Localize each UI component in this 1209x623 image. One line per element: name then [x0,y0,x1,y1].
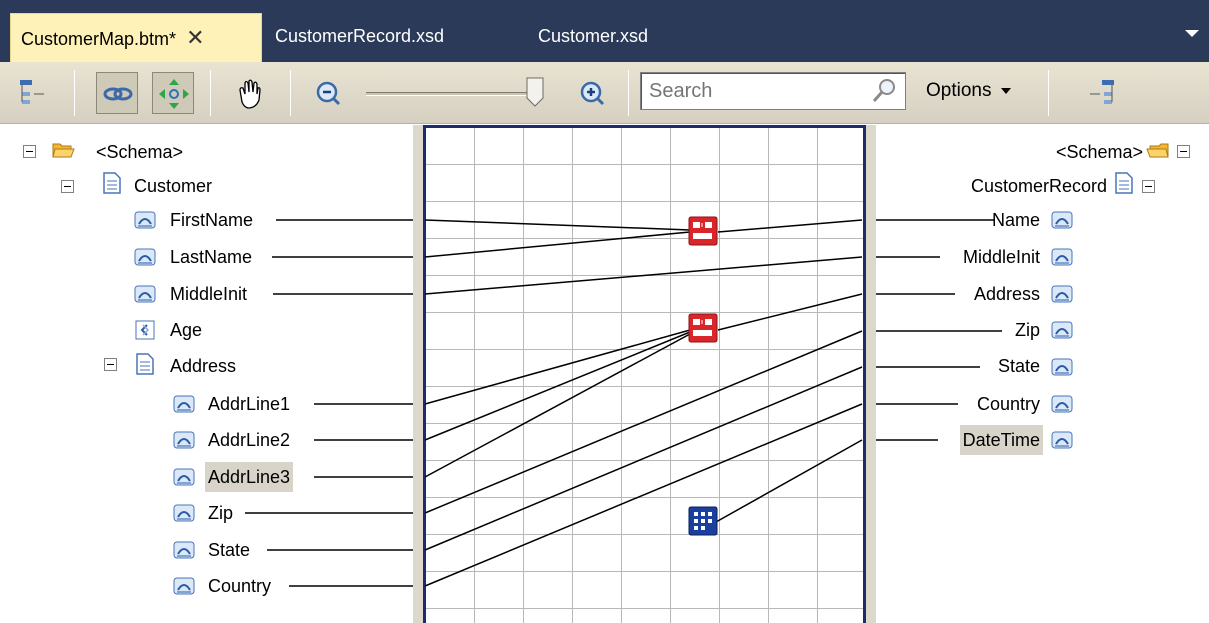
source-field-lastname[interactable]: LastName [167,242,255,272]
field-element-icon [1050,245,1074,269]
destination-tree-icon [1090,80,1114,104]
source-field-addrline2[interactable]: AddrLine2 [205,425,293,455]
destination-field-datetime[interactable]: DateTime [959,425,1043,455]
source-field-age[interactable]: Age [167,315,205,345]
folder-icon [1146,138,1170,162]
source-schema-root[interactable]: <Schema> [93,137,186,167]
tab-dropdown-icon[interactable] [1185,30,1199,37]
destination-field-zip[interactable]: Zip [1012,315,1043,345]
collapse-toggle[interactable] [1177,145,1190,158]
zoom-slider[interactable] [366,77,544,110]
link-icon [103,87,133,101]
destination-field-country[interactable]: Country [974,389,1043,419]
search-icon[interactable] [869,76,899,111]
source-field-firstname[interactable]: FirstName [167,205,256,235]
string-concatenate-icon [688,216,718,246]
document-tab-strip: CustomerMap.btm* ✕ CustomerRecord.xsd Cus… [0,0,1209,62]
tab-label: CustomerRecord.xsd [275,26,445,46]
tab-label: CustomerMap.btm* [21,29,177,49]
field-element-icon [133,282,157,306]
field-element-icon [172,501,196,525]
field-element-icon [172,574,196,598]
date-time-functoid-icon [688,506,718,536]
destination-field-middleinit[interactable]: MiddleInit [960,242,1043,272]
auto-scroll-button[interactable] [152,72,194,114]
hand-icon [239,79,261,109]
field-element-icon [172,428,196,452]
field-element-icon [172,538,196,562]
tab-label: Customer.xsd [538,26,649,46]
folder-icon [51,138,75,162]
attribute-icon [133,318,157,342]
collapse-toggle[interactable] [104,358,117,371]
zoom-out-button[interactable] [308,72,350,114]
collapse-toggle[interactable] [61,180,74,193]
destination-field-address[interactable]: Address [971,279,1043,309]
source-field-country[interactable]: Country [205,571,274,601]
tab-customer-xsd[interactable]: Customer.xsd [528,13,648,62]
source-record-address[interactable]: Address [167,351,239,381]
field-element-icon [172,392,196,416]
mapper-toolbar: Options [0,62,1209,124]
zoom-out-icon [316,81,341,106]
zoom-in-icon [580,81,605,106]
record-icon [1112,171,1136,195]
zoom-in-button[interactable] [572,72,614,114]
source-field-state[interactable]: State [205,535,253,565]
chevron-down-icon [1001,87,1012,94]
string-concatenate-icon [688,313,718,343]
options-label: Options [926,80,992,101]
pan-button[interactable] [228,72,270,114]
source-tree-icon [20,80,44,104]
field-element-icon [1050,355,1074,379]
destination-field-state[interactable]: State [995,351,1043,381]
field-element-icon [1050,208,1074,232]
collapse-toggle[interactable] [1142,180,1155,193]
search-box[interactable] [640,72,906,110]
expand-destination-tree-button[interactable] [1080,72,1122,114]
source-record-customer[interactable]: Customer [131,171,215,201]
expand-source-tree-button[interactable] [12,72,54,114]
string-concatenate-functoid[interactable] [688,313,718,343]
options-button[interactable]: Options [926,80,1012,102]
source-field-zip[interactable]: Zip [205,498,236,528]
search-input[interactable] [641,73,861,109]
relink-button[interactable] [96,72,138,114]
zoom-slider-thumb[interactable] [526,77,544,107]
close-tab-icon[interactable]: ✕ [186,14,204,61]
collapse-toggle[interactable] [23,145,36,158]
record-icon [133,352,157,376]
record-icon [100,171,124,195]
field-element-icon [133,208,157,232]
destination-grid-splitter[interactable] [866,125,876,623]
field-element-icon [1050,392,1074,416]
tab-customermap[interactable]: CustomerMap.btm* ✕ [10,13,262,62]
destination-record-customerrecord[interactable]: CustomerRecord [968,171,1110,201]
field-element-icon [133,245,157,269]
string-concatenate-functoid[interactable] [688,216,718,246]
auto-link-icon [159,79,189,109]
field-element-icon [1050,428,1074,452]
source-field-middleinit[interactable]: MiddleInit [167,279,250,309]
tab-customerrecord-xsd[interactable]: CustomerRecord.xsd [265,13,444,62]
field-element-icon [1050,282,1074,306]
mapper-grid[interactable] [423,125,866,623]
field-element-icon [1050,318,1074,342]
destination-schema-root[interactable]: <Schema> [1053,137,1146,167]
source-field-addrline3[interactable]: AddrLine3 [205,462,294,492]
source-grid-splitter[interactable] [413,125,423,623]
field-element-icon [172,465,196,489]
source-field-addrline1[interactable]: AddrLine1 [205,389,293,419]
destination-field-name[interactable]: Name [989,205,1043,235]
date-time-functoid[interactable] [688,506,718,536]
